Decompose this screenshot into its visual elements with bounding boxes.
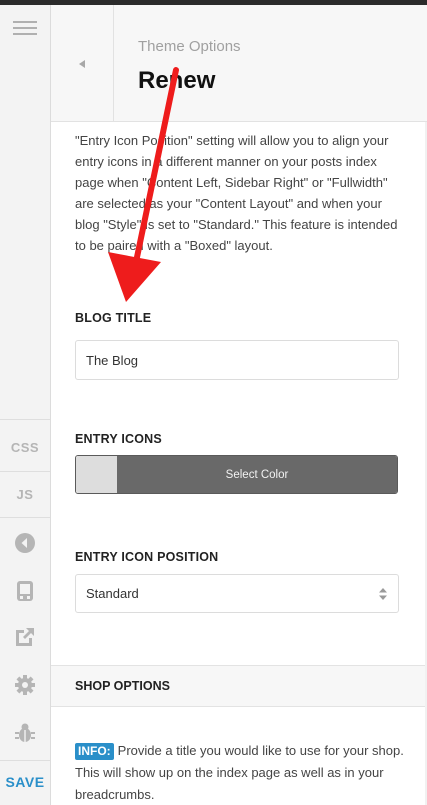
- js-button[interactable]: JS: [0, 477, 50, 511]
- entry-icon-position-select[interactable]: Standard: [75, 574, 399, 613]
- info-badge: INFO:: [75, 743, 114, 760]
- entry-icons-label: ENTRY ICONS: [75, 432, 162, 446]
- save-button[interactable]: SAVE: [0, 767, 50, 797]
- css-label: CSS: [10, 439, 40, 455]
- panel-header: Theme Options Renew: [51, 5, 427, 122]
- select-value: Standard: [86, 586, 139, 601]
- gear-icon: [15, 675, 35, 695]
- select-arrows-icon: [379, 587, 387, 600]
- page-title: Renew: [138, 67, 216, 94]
- save-label: SAVE: [5, 774, 45, 790]
- blog-title-label: BLOG TITLE: [75, 311, 152, 325]
- entry-icons-color-picker[interactable]: Select Color: [75, 455, 398, 494]
- device-preview-icon: [17, 581, 33, 601]
- device-preview-button[interactable]: [0, 575, 50, 607]
- left-rail: CSS JS SAVE: [0, 5, 51, 805]
- shop-options-section[interactable]: SHOP OPTIONS: [51, 665, 427, 707]
- shop-options-label: SHOP OPTIONS: [75, 679, 170, 693]
- external-link-button[interactable]: [0, 621, 50, 653]
- settings-button[interactable]: [0, 669, 50, 701]
- collapse-icon: [15, 533, 35, 553]
- menu-button[interactable]: [0, 13, 50, 43]
- back-button[interactable]: [51, 5, 114, 122]
- select-color-button[interactable]: Select Color: [117, 456, 397, 493]
- collapse-button[interactable]: [0, 527, 50, 559]
- blog-title-input[interactable]: [75, 340, 399, 380]
- caret-left-icon: [79, 59, 85, 68]
- js-label: JS: [16, 486, 34, 502]
- description-text: "Entry Icon Position" setting will allow…: [75, 133, 398, 253]
- info-text-block: INFO: Provide a title you would like to u…: [75, 740, 405, 805]
- entry-icon-position-label: ENTRY ICON POSITION: [75, 550, 219, 564]
- external-link-icon: [16, 628, 34, 646]
- color-swatch[interactable]: [76, 456, 117, 493]
- options-content[interactable]: "Entry Icon Position" setting will allow…: [51, 122, 427, 805]
- theme-options-panel: Theme Options Renew "Entry Icon Position…: [51, 5, 427, 805]
- bug-icon: [15, 723, 35, 742]
- menu-icon: [13, 21, 37, 35]
- css-button[interactable]: CSS: [0, 430, 50, 464]
- info-text: Provide a title you would like to use fo…: [75, 743, 404, 802]
- header-subtitle: Theme Options: [138, 38, 241, 55]
- debug-button[interactable]: [0, 717, 50, 749]
